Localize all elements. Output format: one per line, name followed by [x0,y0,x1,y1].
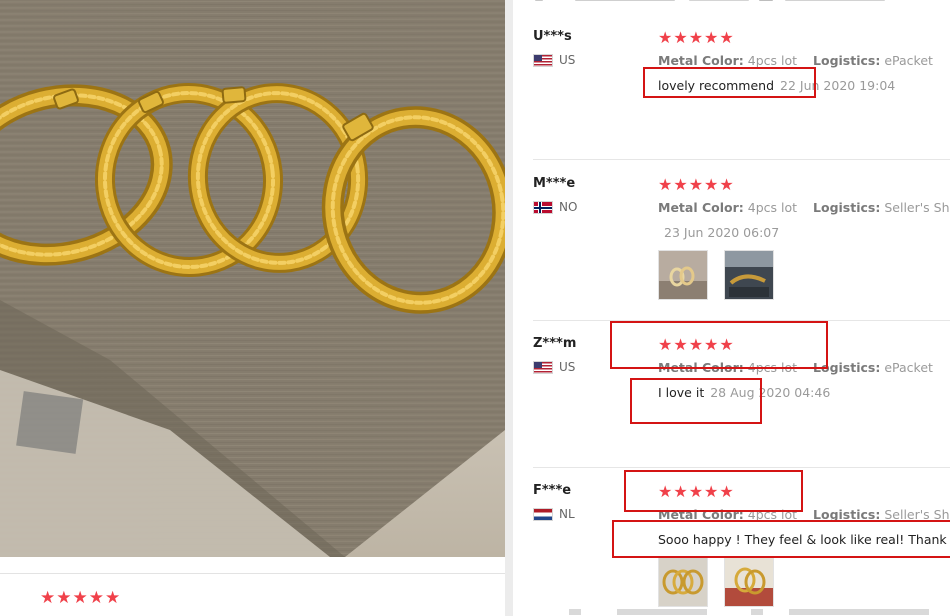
country-code: US [559,360,576,374]
logistics-label: Logistics: [813,53,881,68]
bangles-photo-illustration [0,0,505,557]
logistics-value: ePacket [884,360,933,375]
metal-color-value: 4pcs lot [747,53,798,68]
metal-color-label: Metal Color: [658,53,744,68]
review-date: 23 Jun 2020 06:07 [664,225,780,240]
reviewer-name: M***e [533,176,576,191]
photo-thumbnail-image [725,251,773,299]
highlight-box [610,321,828,369]
review-photos [658,557,774,607]
review-divider [533,159,950,160]
highlight-box [630,378,762,424]
highlight-box [643,67,816,98]
rating-stars: ★★★★★ [40,588,122,608]
country-code: NO [559,200,578,214]
photo-thumbnail-image [725,558,773,606]
reviewer-country: NO [533,200,577,214]
divider [0,573,505,574]
us-flag-icon [533,360,553,374]
no-flag-icon [533,200,553,214]
metal-color-value: 4pcs lot [747,200,798,215]
photo-thumbnail-image [659,251,707,299]
review-photo-thumbnail[interactable] [724,557,774,607]
review-photos [658,250,774,300]
review-photo-thumbnail[interactable] [724,250,774,300]
review-photo-panel: ★★★★★ [0,0,505,616]
photo-thumbnail-image [659,558,707,606]
logistics-value: Seller's Shipping [884,200,950,215]
reviewer-country: US [533,53,575,67]
reviewer-country: US [533,360,575,374]
review-divider [533,467,950,468]
country-code: NL [559,507,575,521]
reviewer-name: Z***m [533,336,577,351]
review-comment-row: 23 Jun 2020 06:07 [658,224,779,241]
logistics-label: Logistics: [813,200,881,215]
panel-gutter [505,0,513,616]
country-code: US [559,53,576,67]
cropped-row-top [527,0,947,3]
logistics-value: ePacket [884,53,933,68]
reviewer-name: U***s [533,29,572,44]
review-photo-thumbnail[interactable] [658,250,708,300]
reviewer-name: F***e [533,483,572,498]
us-flag-icon [533,53,553,67]
reviews-list: U***s US ★★★★★ Metal Color: 4pcs lot Log… [513,0,950,616]
highlight-box [612,520,950,558]
review-meta: Metal Color: 4pcs lot Logistics: Seller'… [658,200,950,216]
reviewer-country: NL [533,507,575,521]
review-item: M***e NO ★★★★★ Metal Color: 4pcs lot Log… [513,176,950,316]
review-photo[interactable] [0,0,505,557]
review-stars: ★★★★★ [658,175,735,194]
review-stars: ★★★★★ [658,28,735,47]
cropped-row-bottom [569,609,949,616]
metal-color-label: Metal Color: [658,200,744,215]
nl-flag-icon [533,507,553,521]
highlight-box [624,470,803,512]
review-photo-thumbnail[interactable] [658,557,708,607]
